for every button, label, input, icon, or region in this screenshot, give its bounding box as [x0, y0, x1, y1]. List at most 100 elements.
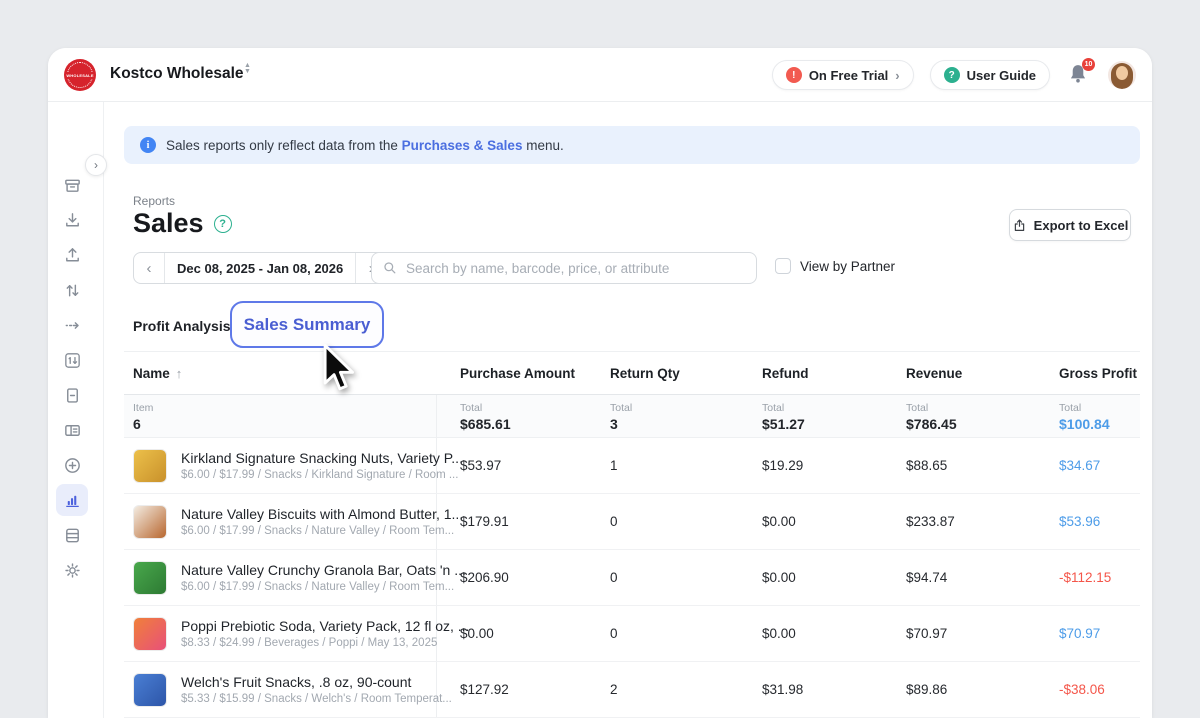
caret-down-icon: ▼: [244, 69, 251, 75]
tab-profit-analysis[interactable]: Profit Analysis: [133, 318, 231, 334]
cell-return-qty: 0: [610, 626, 762, 641]
download-icon: [63, 211, 82, 230]
sidebar-item-journal[interactable]: [56, 379, 88, 411]
sidebar-item-packages[interactable]: [56, 169, 88, 201]
cell-revenue: $233.87: [906, 514, 1050, 529]
cell-refund: $0.00: [762, 626, 906, 641]
cell-return-qty: 1: [610, 458, 762, 473]
cell-refund: $19.29: [762, 458, 906, 473]
export-to-excel-button[interactable]: Export to Excel: [1009, 209, 1131, 241]
cell-gross-profit: $70.97: [1050, 626, 1140, 641]
search-bar: [371, 252, 757, 284]
sidebar-item-settings[interactable]: [56, 554, 88, 586]
product-thumbnail: [133, 617, 167, 651]
cell-refund: $0.00: [762, 514, 906, 529]
cell-revenue: $89.86: [906, 682, 1050, 697]
search-input[interactable]: [406, 261, 746, 276]
cell-refund: $31.98: [762, 682, 906, 697]
column-header-refund: Refund: [762, 366, 906, 381]
date-prev-button[interactable]: ‹: [134, 253, 164, 283]
transfer-icon: [63, 281, 82, 300]
cell-gross-profit: -$38.06: [1050, 682, 1140, 697]
chevron-left-icon: ‹: [147, 260, 152, 277]
database-icon: [63, 526, 82, 545]
column-header-return-qty: Return Qty: [610, 366, 762, 381]
table-row[interactable]: Poppi Prebiotic Soda, Variety Pack, 12 f…: [124, 606, 1140, 662]
avatar-face: [1116, 66, 1128, 80]
company-logo-ring: WHOLESALE: [67, 62, 93, 88]
company-switcher-icon[interactable]: ▲ ▼: [244, 63, 251, 75]
export-label: Export to Excel: [1034, 218, 1129, 233]
product-name: Welch's Fruit Snacks, .8 oz, 90-count: [181, 674, 452, 690]
table-row[interactable]: Welch's Fruit Snacks, .8 oz, 90-count $5…: [124, 662, 1140, 718]
table-row[interactable]: Kirkland Signature Snacking Nuts, Variet…: [124, 438, 1140, 494]
sidebar-item-dispatch[interactable]: [56, 309, 88, 341]
totals-item-label: Item: [133, 402, 436, 414]
cell-purchase: $206.90: [437, 570, 610, 585]
product-thumbnail: [133, 449, 167, 483]
sidebar-item-database[interactable]: [56, 519, 88, 551]
date-range-value[interactable]: Dec 08, 2025 - Jan 08, 2026: [164, 253, 356, 283]
info-banner: i Sales reports only reflect data from t…: [124, 126, 1140, 164]
view-by-partner-label: View by Partner: [800, 259, 895, 274]
cell-gross-profit: -$112.15: [1050, 570, 1140, 585]
breadcrumb: Reports: [133, 194, 175, 208]
totals-item-count: 6: [133, 416, 436, 432]
sidebar-item-add[interactable]: [56, 449, 88, 481]
sidebar-item-transfer[interactable]: [56, 274, 88, 306]
user-guide-button[interactable]: ? User Guide: [930, 60, 1050, 90]
cell-revenue: $70.97: [906, 626, 1050, 641]
sidebar-item-export[interactable]: [56, 239, 88, 271]
cell-purchase: $179.91: [437, 514, 610, 529]
top-bar-actions: ! On Free Trial › ? User Guide 10: [772, 48, 1136, 102]
purchases-sales-link[interactable]: Purchases & Sales: [402, 138, 523, 153]
product-name: Kirkland Signature Snacking Nuts, Variet…: [181, 450, 463, 466]
column-header-revenue: Revenue: [906, 366, 1050, 381]
column-header-gross-profit: Gross Profit: [1050, 366, 1140, 381]
company-name: Kostco Wholesale: [110, 65, 244, 83]
product-name: Poppi Prebiotic Soda, Variety Pack, 12 f…: [181, 618, 469, 634]
totals-revenue: $786.45: [906, 416, 1050, 432]
alert-icon: !: [786, 67, 802, 83]
totals-purchase: $685.61: [460, 416, 610, 432]
cell-gross-profit: $53.96: [1050, 514, 1140, 529]
chevron-right-icon: ›: [94, 158, 98, 172]
cell-return-qty: 2: [610, 682, 762, 697]
chevron-right-icon: ›: [895, 68, 899, 83]
sidebar-item-import[interactable]: [56, 204, 88, 236]
cell-return-qty: 0: [610, 570, 762, 585]
sort-ascending-icon: ↑: [176, 366, 183, 381]
totals-return-qty: 3: [610, 416, 762, 432]
sidebar-item-sort-panel[interactable]: [56, 344, 88, 376]
sidebar-item-reports[interactable]: [56, 484, 88, 516]
company-logo-text: WHOLESALE: [66, 72, 93, 79]
export-icon: [1012, 218, 1027, 233]
cell-return-qty: 0: [610, 514, 762, 529]
help-icon: ?: [944, 67, 960, 83]
product-attributes: $6.00 / $17.99 / Snacks / Nature Valley …: [181, 581, 466, 593]
cell-purchase: $127.92: [437, 682, 610, 697]
sidebar-nav: [48, 102, 104, 718]
cell-purchase: $53.97: [437, 458, 610, 473]
product-thumbnail: [133, 561, 167, 595]
product-name: Nature Valley Biscuits with Almond Butte…: [181, 506, 463, 522]
notifications-button[interactable]: 10: [1066, 61, 1092, 89]
sidebar-item-cards[interactable]: [56, 414, 88, 446]
free-trial-button[interactable]: ! On Free Trial ›: [772, 60, 914, 90]
column-header-name[interactable]: Name ↑: [124, 366, 437, 381]
table-row[interactable]: Nature Valley Biscuits with Almond Butte…: [124, 494, 1140, 550]
cell-revenue: $88.65: [906, 458, 1050, 473]
company-logo[interactable]: WHOLESALE: [64, 59, 96, 91]
upload-icon: [63, 246, 82, 265]
table-row[interactable]: Nature Valley Crunchy Granola Bar, Oats …: [124, 550, 1140, 606]
view-by-partner-checkbox[interactable]: [775, 258, 791, 274]
tab-sales-summary[interactable]: Sales Summary: [230, 301, 384, 348]
sidebar-expand-button[interactable]: ›: [85, 154, 107, 176]
product-attributes: $5.33 / $15.99 / Snacks / Welch's / Room…: [181, 693, 452, 705]
add-circle-icon: [63, 456, 82, 475]
user-avatar[interactable]: [1108, 61, 1136, 89]
app-window: WHOLESALE Kostco Wholesale ▲ ▼ ! On Free…: [48, 48, 1152, 718]
cell-revenue: $94.74: [906, 570, 1050, 585]
cell-purchase: $0.00: [437, 626, 610, 641]
page-help-icon[interactable]: ?: [214, 215, 232, 233]
